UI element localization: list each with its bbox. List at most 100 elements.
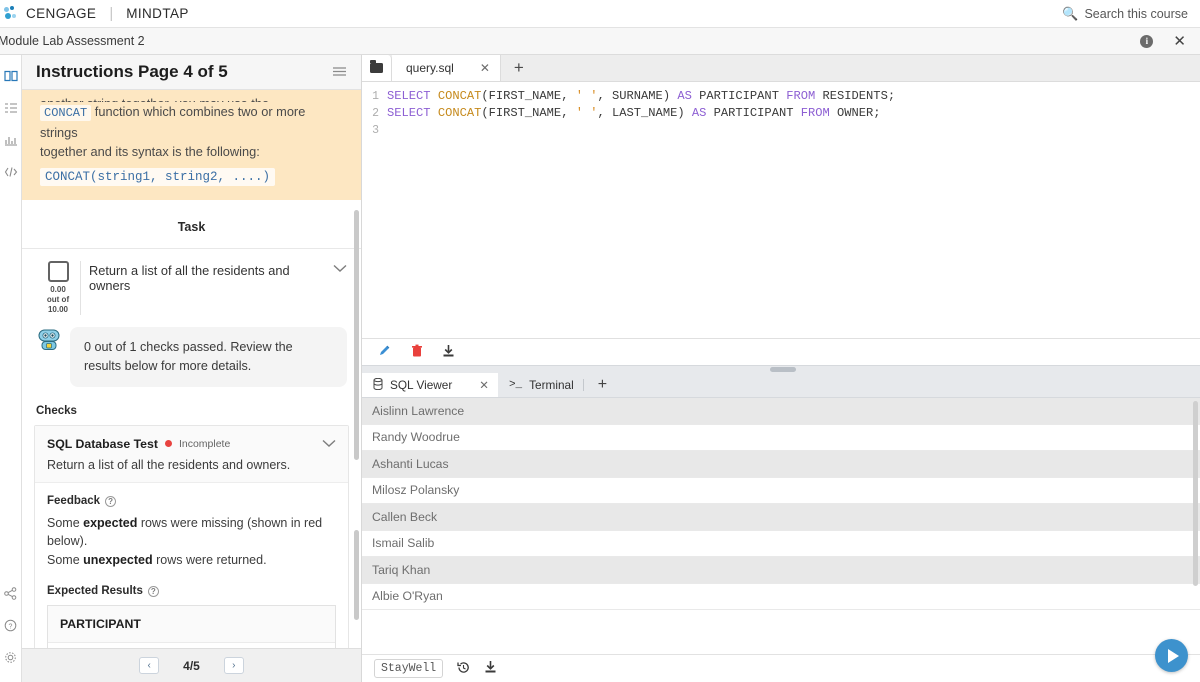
info-icon: i — [1140, 34, 1154, 48]
rail-item-list[interactable] — [1, 95, 21, 121]
result-row[interactable]: Ismail Salib — [362, 531, 1200, 557]
panel-resize-handle[interactable] — [770, 367, 796, 372]
tab-terminal-label: Terminal — [529, 378, 574, 392]
hamburger-menu-icon[interactable] — [332, 64, 347, 81]
history-icon[interactable] — [457, 661, 470, 677]
score-total: 10.00 — [47, 305, 69, 315]
tab-sql-viewer[interactable]: SQL Viewer ✕ — [362, 373, 498, 397]
note-clipped-line: another string together, you may use the — [40, 94, 343, 102]
result-row[interactable]: Ashanti Lucas — [362, 451, 1200, 478]
editor-side: query.sql ✕ + 1 2 3 SELECT CONCAT(FIRST_… — [362, 55, 1200, 682]
result-row[interactable]: Milosz Polansky — [362, 478, 1200, 504]
brand-mindtap-text: MINDTAP — [126, 6, 189, 21]
rail-item-share[interactable] — [1, 580, 21, 606]
instructions-header: Instructions Page 4 of 5 — [22, 55, 361, 90]
task-chevron-down-icon[interactable] — [325, 261, 347, 315]
new-result-tab-button[interactable]: + — [584, 373, 621, 397]
task-header: Task — [22, 200, 361, 250]
close-icon[interactable]: ✕ — [480, 61, 490, 75]
instructions-pager: ‹ 4/5 › — [22, 648, 361, 682]
result-row[interactable]: Albie O'Ryan — [362, 584, 1200, 610]
panel-resize-row — [362, 365, 1200, 373]
new-file-tab-button[interactable]: + — [501, 55, 537, 81]
close-icon[interactable]: ✕ — [479, 378, 489, 392]
code-token: FROM — [786, 89, 816, 103]
close-button[interactable]: ✕ — [1173, 34, 1186, 49]
sql-editor[interactable]: 1 2 3 SELECT CONCAT(FIRST_NAME, ' ', SUR… — [362, 82, 1200, 338]
feedback-header: Feedback — [47, 495, 101, 508]
check-summary[interactable]: SQL Database Test Incomplete Return a li… — [35, 426, 348, 484]
result-row[interactable]: Aislinn Lawrence — [362, 398, 1200, 425]
code-token: AS — [691, 106, 707, 120]
tab-terminal[interactable]: >_ Terminal — [497, 373, 583, 397]
search-label: Search this course — [1084, 6, 1188, 21]
info-button[interactable]: i — [1140, 34, 1154, 48]
expected-results-help-icon[interactable]: ? — [147, 585, 159, 597]
terminal-prompt-icon: >_ — [508, 379, 523, 391]
task-checkbox[interactable] — [47, 261, 69, 283]
feedback-header-row: Feedback ? — [47, 495, 336, 507]
database-name-badge[interactable]: StayWell — [374, 659, 444, 678]
task-score: 0.00 out of 10.00 — [36, 261, 80, 315]
instructions-scrollbar[interactable] — [354, 210, 359, 460]
sql-result-list[interactable]: Aislinn Lawrence Randy Woodrue Ashanti Luc… — [362, 398, 1200, 654]
task-label: Return a list of all the residents and o… — [89, 263, 290, 294]
result-row[interactable]: Randy Woodrue — [362, 425, 1200, 451]
delete-trash-icon[interactable] — [411, 344, 423, 360]
code-token: SELECT — [387, 106, 438, 120]
score-current: 0.00 — [50, 285, 66, 295]
folder-icon — [370, 60, 383, 73]
code-token: , LAST_NAME) — [597, 106, 692, 120]
result-row[interactable]: Tariq Khan — [362, 557, 1200, 584]
assignment-bar: Module Lab Assessment 2 i ✕ — [0, 28, 1200, 55]
cengage-dots-icon — [4, 5, 20, 22]
code-token: OWNER; — [829, 106, 881, 120]
feedback-help-icon[interactable]: ? — [105, 495, 117, 507]
course-search[interactable]: 🔍 Search this course — [1062, 6, 1188, 22]
note-line-1: CONCAT function which combines two or mo… — [40, 102, 343, 142]
check-chevron-down-icon[interactable] — [314, 436, 336, 451]
result-scrollbar[interactable] — [1193, 401, 1198, 586]
expected-column-header: PARTICIPANT — [48, 606, 335, 644]
next-page-button[interactable]: › — [223, 657, 244, 674]
code-icon — [4, 167, 17, 177]
chart-icon — [4, 137, 17, 146]
score-of-label: out of — [46, 295, 70, 305]
instructions-inner-scrollbar[interactable] — [354, 530, 359, 620]
rail-item-book[interactable] — [1, 63, 21, 89]
file-tab-query-sql[interactable]: query.sql ✕ — [392, 55, 501, 81]
prev-page-button[interactable]: ‹ — [139, 657, 160, 674]
cengage-logo[interactable]: CENGAGE | MINDTAP — [4, 5, 189, 22]
rail-item-help[interactable]: ? — [1, 612, 21, 638]
task-row: 0.00 out of 10.00 Return a list of all t… — [22, 249, 361, 321]
svg-text:?: ? — [9, 623, 13, 630]
help-icon: ? — [4, 619, 17, 631]
play-icon — [1167, 648, 1179, 663]
workspace: ? Instructions Page 4 of 5 another strin… — [0, 55, 1200, 682]
run-query-button[interactable] — [1155, 639, 1188, 672]
code-content[interactable]: SELECT CONCAT(FIRST_NAME, ' ', SURNAME) … — [384, 82, 1200, 338]
code-token: , SURNAME) — [597, 89, 678, 103]
result-tab-bar: SQL Viewer ✕ >_ Terminal + — [362, 373, 1200, 398]
download-icon[interactable] — [484, 660, 497, 677]
gear-icon — [5, 651, 16, 663]
page-indicator: 4/5 — [183, 658, 200, 673]
file-explorer-button[interactable] — [362, 55, 392, 81]
instructions-body: another string together, you may use the… — [22, 90, 361, 648]
checks-header: Checks — [36, 405, 77, 418]
result-row[interactable]: Callen Beck — [362, 504, 1200, 531]
rail-item-settings[interactable] — [1, 644, 21, 670]
download-icon[interactable] — [442, 344, 455, 360]
rail-item-code[interactable] — [1, 159, 21, 185]
code-line: SELECT CONCAT(FIRST_NAME, ' ', LAST_NAME… — [387, 105, 1200, 122]
code-token: ' ' — [575, 89, 598, 103]
edit-pencil-icon[interactable] — [378, 344, 392, 360]
list-icon — [4, 103, 17, 113]
feedback-line-1: Some expected rows were missing (shown i… — [47, 516, 323, 549]
rail-item-chart[interactable] — [1, 127, 21, 153]
code-token: (FIRST_NAME, — [481, 106, 576, 120]
expected-results-header-row: Expected Results ? — [47, 585, 336, 597]
status-dot-icon — [164, 440, 172, 448]
database-icon — [373, 377, 383, 393]
